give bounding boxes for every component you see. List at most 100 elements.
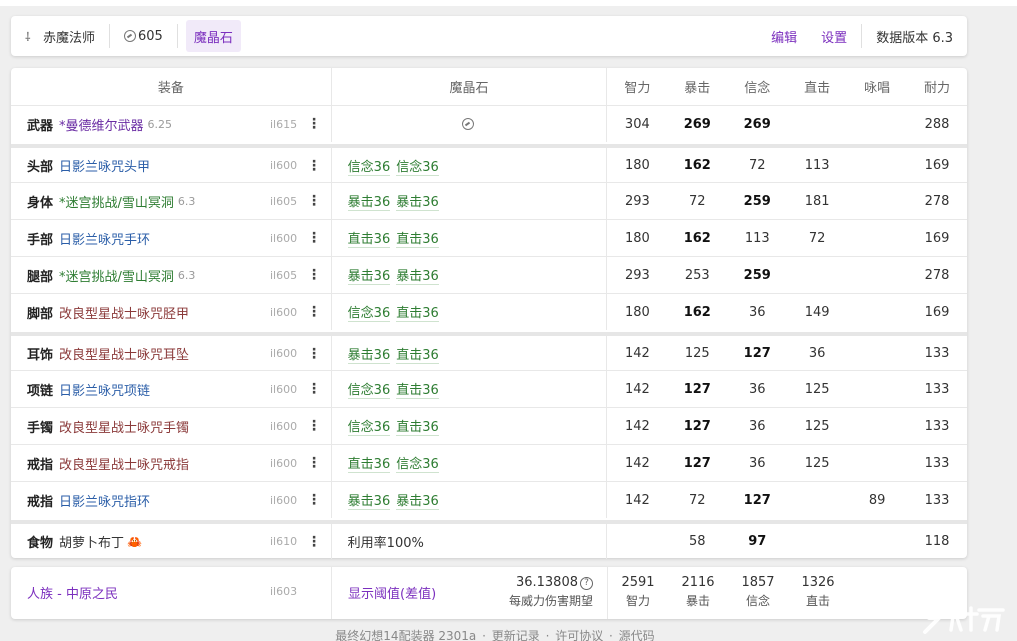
gear-name[interactable]: *迷宫挑战/雪山冥洞 [59,192,174,211]
stat-dh: 181 [804,193,830,209]
gear-name[interactable]: *迷宫挑战/雪山冥洞 [59,266,174,285]
more-options-icon[interactable]: ⋮ [307,116,321,132]
jiuyou-logo-icon [921,604,1005,634]
no-materia-icon[interactable] [462,118,475,130]
stat-dh: 113 [804,158,830,173]
stat-crit: 72 [689,193,706,209]
stat-int: 180 [624,230,650,246]
gear-name[interactable]: 日影兰咏咒头甲 [59,156,150,175]
materia-slot[interactable]: 直击36 [347,453,391,473]
column-header-int: 智力 [624,81,651,96]
materia-slot[interactable]: 暴击36 [396,490,439,510]
app-version: 最终幻想14配装器 2301a [335,629,477,641]
gear-name[interactable]: 改良型星战士咏咒胫甲 [59,303,189,322]
materia-slot[interactable]: 信念36 [347,156,391,176]
gear-name[interactable]: 改良型星战士咏咒手镯 [59,417,189,436]
stat-dh: 125 [804,381,830,397]
materia-slot[interactable]: 直击36 [396,416,439,436]
more-options-icon[interactable]: ⋮ [307,193,321,209]
slot-label: 手部 [27,232,54,248]
more-options-icon[interactable]: ⋮ [307,304,321,320]
watermark-logo [917,601,1013,637]
more-options-icon[interactable]: ⋮ [307,381,321,397]
stat-int: 180 [624,304,650,320]
more-options-icon[interactable]: ⋮ [307,418,321,434]
more-options-icon[interactable]: ⋮ [307,158,321,174]
stat-crit: 72 [689,492,706,508]
more-options-icon[interactable]: ⋮ [307,492,321,508]
gear-name[interactable]: 日影兰咏咒指环 [59,491,150,510]
materia-slot[interactable]: 信念36 [347,302,391,322]
materia-slot[interactable]: 直击36 [347,228,391,248]
gear-name[interactable]: 改良型星战士咏咒耳坠 [59,344,189,363]
materia-slot[interactable]: 暴击36 [347,344,391,364]
stat-int: 293 [624,267,650,283]
license-link[interactable]: 许可协议 [555,629,603,641]
more-options-icon[interactable]: ⋮ [307,230,321,246]
summary-bar: 人族 - 中原之民 il603 显示阈值(差值) 36.13808? 每威力伤害… [11,567,967,619]
item-level: il600 [270,231,298,245]
item-level: il600 [270,493,298,507]
materia-slot[interactable]: 信念36 [396,156,439,176]
gear-name[interactable]: 日影兰咏咒手环 [59,229,150,248]
materia-slot[interactable]: 直击36 [396,228,439,248]
more-options-icon[interactable]: ⋮ [307,455,321,471]
help-icon[interactable]: ? [580,577,593,590]
slot-label: 项链 [27,383,54,399]
stat-int: 180 [624,158,650,173]
more-options-icon[interactable]: ⋮ [307,534,321,550]
item-level: il600 [270,382,298,396]
stat-dh: 72 [808,230,826,246]
stat-crit: 269 [683,116,711,132]
slot-label: 身体 [27,195,54,211]
stat-crit: 162 [683,304,711,320]
tab-materia[interactable]: 魔晶石 [185,20,241,52]
materia-slot[interactable]: 信念36 [347,416,391,436]
stat-det: 269 [743,116,771,132]
level-selector[interactable]: 605 [124,16,163,56]
race-selector[interactable]: 人族 - 中原之民 [27,583,118,602]
slot-label: 戒指 [27,494,54,510]
materia-slot[interactable]: 暴击36 [396,265,439,285]
level-value: 605 [138,28,163,44]
item-level: il600 [270,159,298,172]
gear-version: 6.25 [147,117,173,131]
materia-slot[interactable]: 暴击36 [347,265,391,285]
more-options-icon[interactable]: ⋮ [307,267,321,283]
gear-name[interactable]: *曼德维尔武器 [59,115,144,134]
item-level: il600 [270,456,298,470]
gear-name[interactable]: 改良型星战士咏咒戒指 [59,454,189,473]
gear-row-food: 食物 胡萝卜布丁 🦀 il610 ⋮ 利用率100% 58 97 118 [11,520,967,559]
stat-det: 36 [748,381,766,397]
materia-slot[interactable]: 暴击36 [347,191,391,211]
more-options-icon[interactable]: ⋮ [307,346,321,362]
materia-slot[interactable]: 暴击36 [347,490,391,510]
materia-slot[interactable]: 直击36 [396,302,439,322]
stat-vit: 133 [924,346,950,361]
edit-link[interactable]: 编辑 [771,27,797,46]
materia-slot[interactable]: 直击36 [396,379,439,399]
total-dh: 1326 直击 [801,575,835,608]
gear-name[interactable]: 日影兰咏咒项链 [59,380,150,399]
stat-vit: 278 [924,193,950,209]
stat-det: 97 [748,534,767,549]
materia-slot[interactable]: 信念36 [347,379,391,399]
item-level: il600 [270,347,298,360]
settings-link[interactable]: 设置 [821,27,847,46]
item-level: il605 [270,194,298,208]
gear-row-ring-1: 戒指 改良型星战士咏咒戒指 il600 ⋮ 直击36 信念36 142 127 36 125 133 [11,444,967,481]
gear-row-legs: 腿部 *迷宫挑战/雪山冥洞 6.3 il605 ⋮ 暴击36 暴击36 293 253 259 27… [11,256,967,293]
materia-slot[interactable]: 信念36 [396,453,439,473]
materia-slot[interactable]: 直击36 [396,344,439,364]
materia-slot[interactable]: 暴击36 [396,191,439,211]
threshold-toggle[interactable]: 显示阈值(差值) [348,583,436,602]
changelog-link[interactable]: 更新记录 [492,629,540,641]
stat-det: 36 [748,455,766,471]
stat-crit: 127 [683,418,711,434]
gear-name[interactable]: 胡萝卜布丁 [59,532,124,551]
stat-det: 72 [748,158,766,173]
header-bar: ⸸ 赤魔法师 605 魔晶石 编辑 设置 数据版本 6.3 [11,16,967,56]
source-link[interactable]: 源代码 [619,629,655,641]
job-selector[interactable]: ⸸ 赤魔法师 [25,16,95,56]
stat-int: 293 [624,193,650,209]
